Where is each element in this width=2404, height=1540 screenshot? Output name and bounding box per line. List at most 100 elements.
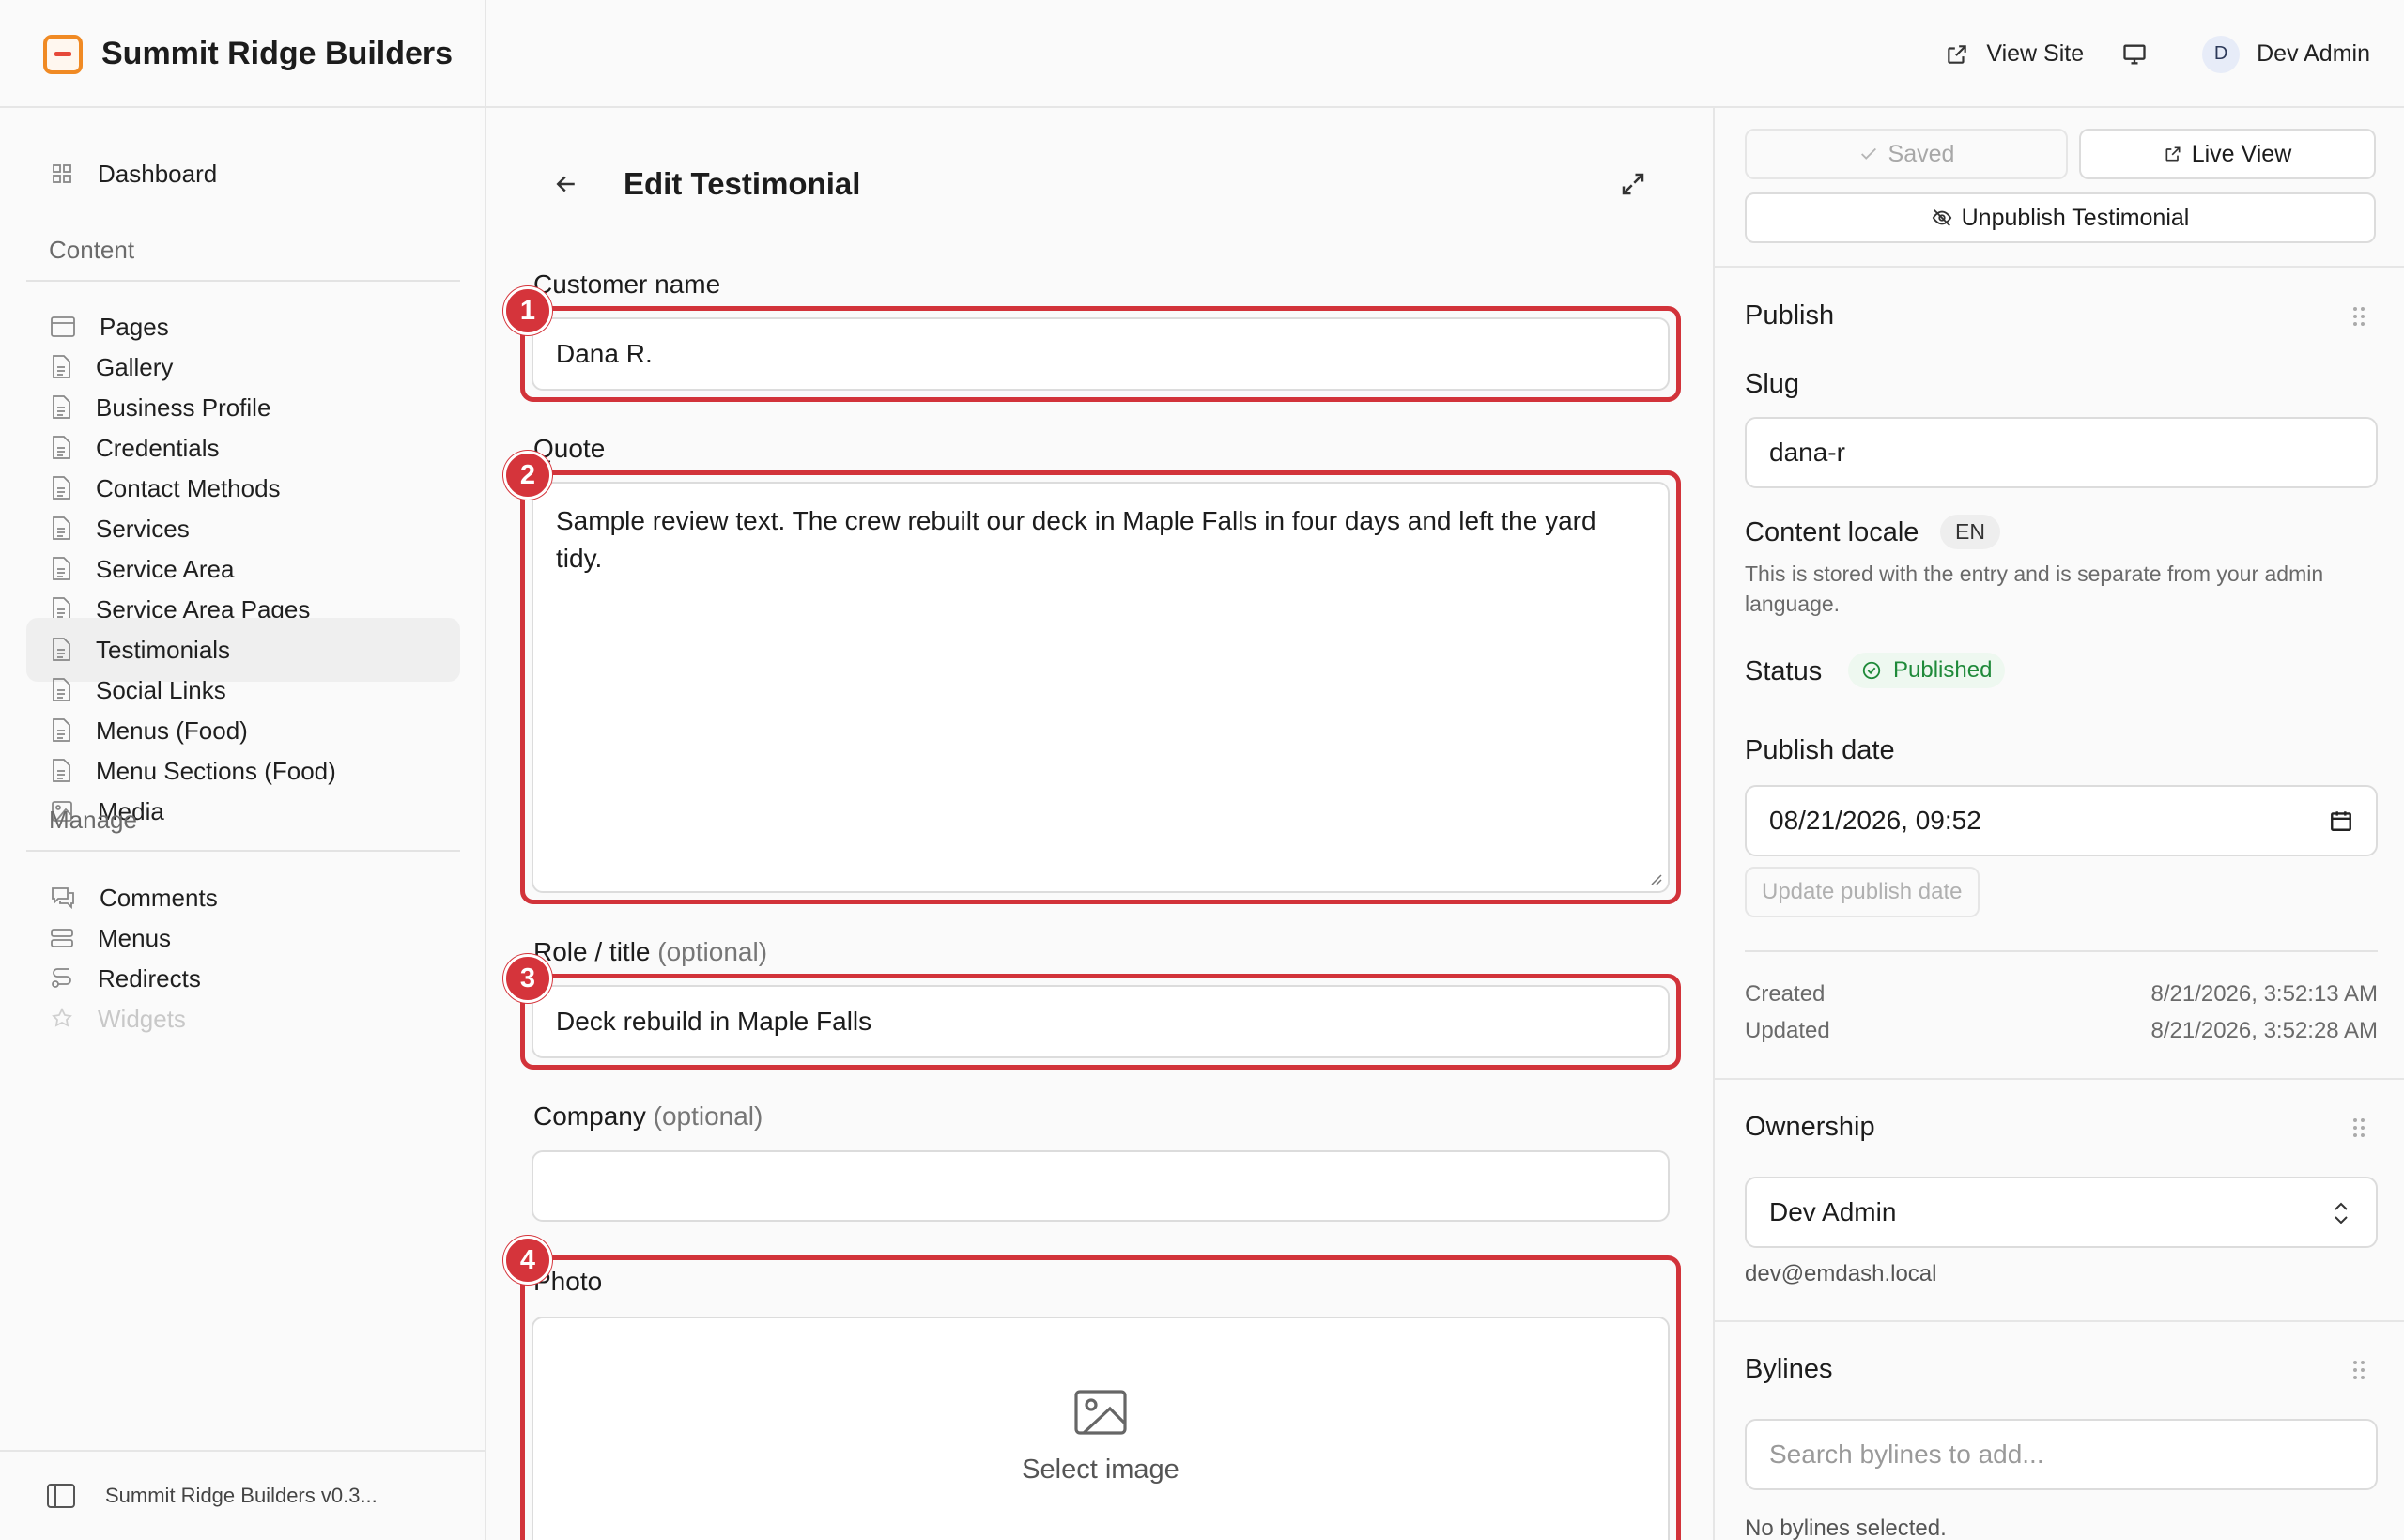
status-value: Published [1893, 657, 1993, 683]
updated-label: Updated [1745, 1018, 1830, 1043]
avatar: D [2202, 35, 2241, 73]
chevron-up-down-icon [2335, 1202, 2348, 1224]
created-row: Created 8/21/2026, 3:52:13 AM [1745, 981, 2378, 1008]
sidebar: Dashboard Content Pages Gallery Business… [0, 108, 486, 1540]
unpublish-label: Unpublish Testimonial [1961, 204, 2190, 231]
divider [1715, 1078, 2404, 1080]
sidebar-item-widgets[interactable]: Widgets [26, 987, 460, 1051]
brand[interactable]: Summit Ridge Builders [0, 0, 486, 108]
customer-name-input[interactable]: Dana R. [532, 317, 1670, 391]
quote-textarea[interactable]: Sample review text. The crew rebuilt our… [532, 482, 1670, 893]
sidebar-section-manage: Manage [49, 806, 137, 834]
expand-icon [1622, 173, 1644, 195]
update-publish-date-button[interactable]: Update publish date [1745, 867, 1980, 917]
owner-email: dev@emdash.local [1745, 1261, 1937, 1286]
divider [1715, 1320, 2404, 1322]
photo-dropzone[interactable]: Select image [532, 1317, 1670, 1540]
status-label: Status [1745, 656, 1823, 686]
grid-icon [53, 164, 71, 183]
owner-select[interactable]: Dev Admin [1745, 1177, 2378, 1248]
slug-input[interactable]: dana-r [1745, 417, 2378, 488]
back-button[interactable] [552, 170, 580, 203]
owner-value: Dev Admin [1769, 1197, 1897, 1226]
bylines-placeholder: Search bylines to add... [1769, 1440, 2044, 1469]
view-site-link[interactable]: View Site [1945, 40, 2084, 68]
live-view-label: Live View [2191, 140, 2292, 167]
publish-date-label: Publish date [1745, 735, 1895, 765]
settings-panel: Saved Live View Unpublish Testimonial Pu… [1713, 108, 2404, 1540]
user-name: Dev Admin [2257, 40, 2370, 67]
locale-badge: EN [1940, 515, 2000, 549]
company-label-text: Company [533, 1101, 646, 1131]
expand-button[interactable] [1619, 170, 1647, 203]
divider [1745, 950, 2378, 952]
drag-handle-icon[interactable] [2351, 1359, 2366, 1381]
menu-icon [51, 929, 73, 947]
updated-row: Updated 8/21/2026, 3:52:28 AM [1745, 1018, 2378, 1044]
preview-device-button[interactable] [2121, 41, 2165, 68]
brand-name: Summit Ridge Builders [101, 36, 454, 71]
bylines-empty-text: No bylines selected. [1745, 1516, 1947, 1540]
updated-value: 8/21/2026, 3:52:28 AM [2150, 1018, 2378, 1043]
user-menu[interactable]: D Dev Admin [2202, 35, 2370, 73]
publish-date-input[interactable]: 08/21/2026, 09:52 [1745, 785, 2378, 856]
divider [1715, 266, 2404, 268]
divider [26, 850, 460, 852]
annotation-badge: 1 [503, 286, 552, 335]
eye-off-icon [1932, 209, 1951, 226]
select-image-label: Select image [1022, 1455, 1179, 1485]
created-value: 8/21/2026, 3:52:13 AM [2150, 981, 2378, 1007]
slug-value: dana-r [1769, 438, 1845, 467]
editor-main: Edit Testimonial Customer name Dana R. 1… [486, 108, 1713, 1540]
resize-grip-icon[interactable] [1647, 870, 1662, 886]
unpublish-button[interactable]: Unpublish Testimonial [1745, 192, 2376, 243]
sidebar-item-label: Dashboard [98, 159, 218, 188]
slug-label: Slug [1745, 369, 1800, 399]
page-title: Edit Testimonial [624, 166, 861, 201]
status-badge: Published [1848, 653, 2006, 688]
publish-section-title: Publish [1745, 300, 1835, 331]
annotation-badge: 3 [503, 954, 552, 1003]
customer-name-label: Customer name [533, 270, 721, 299]
layout-icon [51, 316, 75, 337]
drag-handle-icon[interactable] [2351, 305, 2366, 328]
publish-date-value: 08/21/2026, 09:52 [1769, 806, 1981, 835]
saved-label: Saved [1888, 140, 1955, 167]
image-placeholder-icon [1074, 1390, 1127, 1435]
role-label-text: Role / title [533, 937, 651, 966]
sidebar-section-content: Content [49, 236, 135, 264]
sidebar-footer[interactable]: Summit Ridge Builders v0.3... [0, 1450, 485, 1540]
role-input[interactable]: Deck rebuild in Maple Falls [532, 985, 1670, 1058]
ownership-section-title: Ownership [1745, 1112, 1875, 1142]
company-input[interactable] [532, 1150, 1670, 1222]
brand-logo-icon [43, 34, 83, 74]
role-label: Role / title (optional) [533, 937, 767, 967]
optional-hint: (optional) [657, 937, 768, 966]
quote-value: Sample review text. The crew rebuilt our… [556, 506, 1596, 573]
widgets-icon [52, 1008, 72, 1027]
optional-hint: (optional) [653, 1101, 763, 1131]
external-link-icon [2165, 146, 2181, 162]
bylines-section-title: Bylines [1745, 1354, 1833, 1384]
created-label: Created [1745, 981, 1826, 1007]
divider [26, 280, 460, 282]
company-label: Company (optional) [533, 1101, 763, 1132]
content-locale-label: Content locale [1745, 517, 1919, 547]
locale-help-text: This is stored with the entry and is sep… [1745, 562, 2324, 616]
top-bar: Summit Ridge Builders View Site D Dev Ad… [0, 0, 2404, 108]
role-value: Deck rebuild in Maple Falls [556, 1007, 872, 1036]
sidebar-toggle-icon [47, 1484, 75, 1508]
version-label: Summit Ridge Builders v0.3... [105, 1484, 378, 1507]
annotation-badge: 4 [503, 1236, 552, 1285]
customer-name-value: Dana R. [556, 339, 653, 368]
check-icon [1860, 147, 1876, 160]
drag-handle-icon[interactable] [2351, 1116, 2366, 1139]
calendar-icon[interactable] [2329, 808, 2353, 833]
monitor-icon [2123, 44, 2146, 64]
saved-button[interactable]: Saved [1745, 129, 2068, 179]
check-circle-icon [1862, 661, 1881, 680]
bylines-search-input[interactable]: Search bylines to add... [1745, 1419, 2378, 1490]
sidebar-item-label: Widgets [98, 1004, 186, 1033]
sidebar-item-dashboard[interactable]: Dashboard [26, 142, 460, 206]
live-view-button[interactable]: Live View [2079, 129, 2376, 179]
